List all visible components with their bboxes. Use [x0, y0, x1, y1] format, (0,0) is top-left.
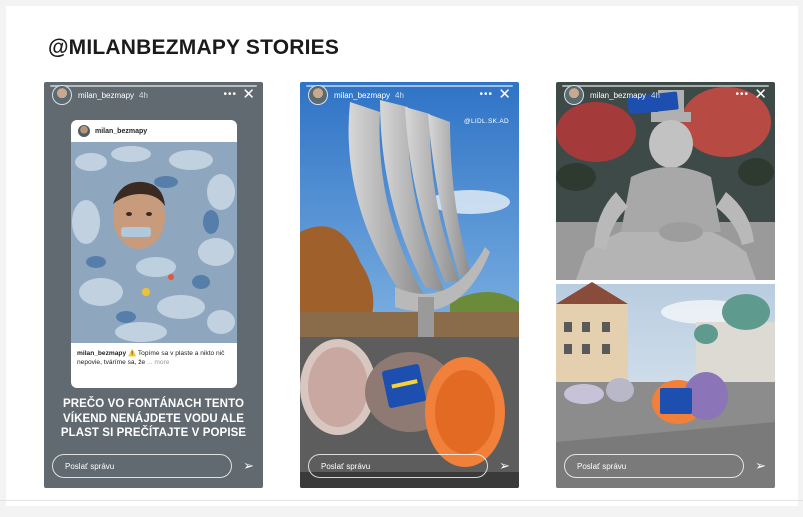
story-card-1[interactable]: milan_bezmapy 4h ••• ✕ milan_bezmapy mil… [44, 82, 263, 488]
story-age: 4h [139, 90, 148, 100]
reply-input[interactable]: Poslať správu [564, 454, 744, 478]
divider [0, 500, 803, 501]
story-username[interactable]: milan_bezmapy [590, 91, 646, 100]
story-photo-collage [556, 82, 775, 488]
post-avatar [78, 125, 90, 137]
story-card-2[interactable]: milan_bezmapy 4h ••• ✕ @LIDL.SK.AD Posla… [300, 82, 519, 488]
story-age: 4h [651, 90, 660, 100]
more-options-icon[interactable]: ••• [479, 89, 493, 100]
close-icon[interactable]: ✕ [498, 85, 511, 103]
story-card-3[interactable]: milan_bezmapy 4h ••• ✕ Poslať správu ➢ [556, 82, 775, 488]
story-text: PREČO VO FONTÁNACH TENTO VÍKEND NENÁJDET… [60, 398, 247, 439]
mention-tag[interactable]: @LIDL.SK.AD [464, 118, 509, 125]
reply-input[interactable]: Poslať správu [52, 454, 232, 478]
story-username[interactable]: milan_bezmapy [78, 91, 134, 100]
send-icon[interactable]: ➢ [243, 458, 254, 474]
more-options-icon[interactable]: ••• [223, 89, 237, 100]
reply-input[interactable]: Poslať správu [308, 454, 488, 478]
avatar[interactable] [308, 85, 328, 105]
close-icon[interactable]: ✕ [242, 85, 255, 103]
page-title: @MILANBEZMAPY STORIES [48, 36, 340, 59]
story-username[interactable]: milan_bezmapy [334, 91, 390, 100]
send-icon[interactable]: ➢ [499, 458, 510, 474]
post-caption: milan_bezmapy ⚠️ Topíme sa v plaste a ni… [77, 349, 231, 367]
avatar[interactable] [52, 85, 72, 105]
shared-post-card[interactable]: milan_bezmapy milan_bezmapy ⚠️ Topíme sa… [71, 120, 237, 388]
caption-username: milan_bezmapy [77, 350, 127, 357]
reply-placeholder: Poslať správu [65, 461, 115, 471]
story-photo-monument [300, 82, 519, 488]
close-icon[interactable]: ✕ [754, 85, 767, 103]
send-icon[interactable]: ➢ [755, 458, 766, 474]
reply-placeholder: Poslať správu [577, 461, 627, 471]
caption-more-link[interactable]: ... more [145, 359, 169, 366]
reply-placeholder: Poslať správu [321, 461, 371, 471]
post-header: milan_bezmapy [71, 120, 237, 142]
post-image [71, 142, 237, 343]
warning-icon: ⚠️ [127, 350, 137, 357]
post-username: milan_bezmapy [95, 127, 148, 135]
story-age: 4h [395, 90, 404, 100]
avatar[interactable] [564, 85, 584, 105]
more-options-icon[interactable]: ••• [735, 89, 749, 100]
